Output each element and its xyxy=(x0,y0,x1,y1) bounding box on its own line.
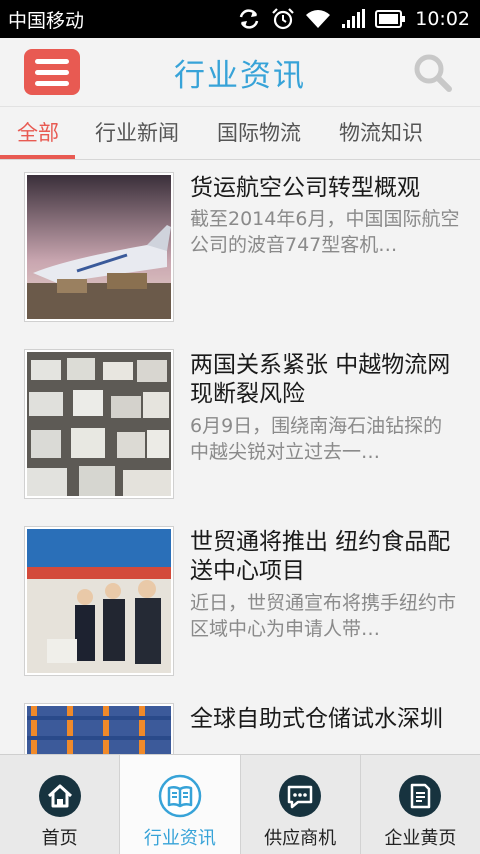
article-summary: 6月9日，围绕南海石油钻探的中越尖锐对立过去一… xyxy=(190,415,443,463)
page-title: 行业资讯 xyxy=(174,57,306,94)
nav-label: 企业黄页 xyxy=(384,828,457,849)
article-summary: 截至2014年6月，中国国际航空公司的波音747型客机… xyxy=(190,208,460,256)
menu-icon xyxy=(35,58,69,64)
article-item[interactable]: 货运航空公司转型概观 截至2014年6月，中国国际航空公司的波音747型客机… xyxy=(24,160,464,322)
article-thumbnail xyxy=(24,526,174,676)
book-icon xyxy=(158,774,202,818)
status-bar: 中国移动 10:02 xyxy=(0,0,480,38)
article-title: 货运航空公司转型概观 xyxy=(190,175,420,201)
chat-icon xyxy=(279,775,322,817)
signal-icon xyxy=(341,9,366,29)
nav-label: 首页 xyxy=(41,828,78,849)
battery-icon xyxy=(375,10,406,28)
rotate-icon xyxy=(237,8,261,30)
nav-industry-news[interactable]: 行业资讯 xyxy=(120,755,241,854)
article-thumbnail xyxy=(24,172,174,322)
document-icon xyxy=(399,775,442,817)
article-title: 全球自助式仓储试水深圳 xyxy=(190,706,443,732)
article-item[interactable]: 世贸通将推出 纽约食品配送中心项目 近日，世贸通宣布将携手纽约市区域中心为申请人… xyxy=(24,514,464,676)
article-thumbnail xyxy=(24,349,174,499)
clock: 10:02 xyxy=(415,8,470,30)
nav-label: 供应商机 xyxy=(264,828,337,849)
tab-international-logistics[interactable]: 国际物流 xyxy=(206,107,312,159)
article-title: 两国关系紧张 中越物流网现断裂风险 xyxy=(190,352,451,407)
article-item[interactable]: 两国关系紧张 中越物流网现断裂风险 6月9日，围绕南海石油钻探的中越尖锐对立过去… xyxy=(24,337,464,499)
tab-logistics-knowledge[interactable]: 物流知识 xyxy=(328,107,434,159)
article-item[interactable]: 全球自助式仓储试水深圳 xyxy=(24,691,464,754)
wifi-icon xyxy=(305,9,331,29)
alarm-icon xyxy=(271,7,295,31)
bottom-navigation: 首页 行业资讯 供应商机 企业黄页 xyxy=(0,754,480,854)
search-button[interactable] xyxy=(412,52,454,94)
nav-business-directory[interactable]: 企业黄页 xyxy=(361,755,480,854)
article-list: 货运航空公司转型概观 截至2014年6月，中国国际航空公司的波音747型客机… … xyxy=(0,160,480,754)
tab-industry-news[interactable]: 行业新闻 xyxy=(84,107,190,159)
app-header: 行业资讯 xyxy=(0,38,480,106)
active-tab-indicator xyxy=(0,155,75,159)
tab-all[interactable]: 全部 xyxy=(0,107,76,159)
category-tabs: 全部 行业新闻 国际物流 物流知识 xyxy=(0,106,480,160)
search-icon xyxy=(414,54,452,92)
nav-home[interactable]: 首页 xyxy=(0,755,121,854)
article-summary: 近日，世贸通宣布将携手纽约市区域中心为申请人带… xyxy=(190,592,457,640)
nav-label: 行业资讯 xyxy=(143,828,216,849)
nav-supply-opportunities[interactable]: 供应商机 xyxy=(241,755,361,854)
menu-button[interactable] xyxy=(24,49,80,95)
carrier-name: 中国移动 xyxy=(8,9,85,32)
article-thumbnail xyxy=(24,703,174,754)
home-icon xyxy=(38,775,81,817)
article-title: 世贸通将推出 纽约食品配送中心项目 xyxy=(190,529,451,584)
status-icons: 10:02 xyxy=(237,7,470,31)
